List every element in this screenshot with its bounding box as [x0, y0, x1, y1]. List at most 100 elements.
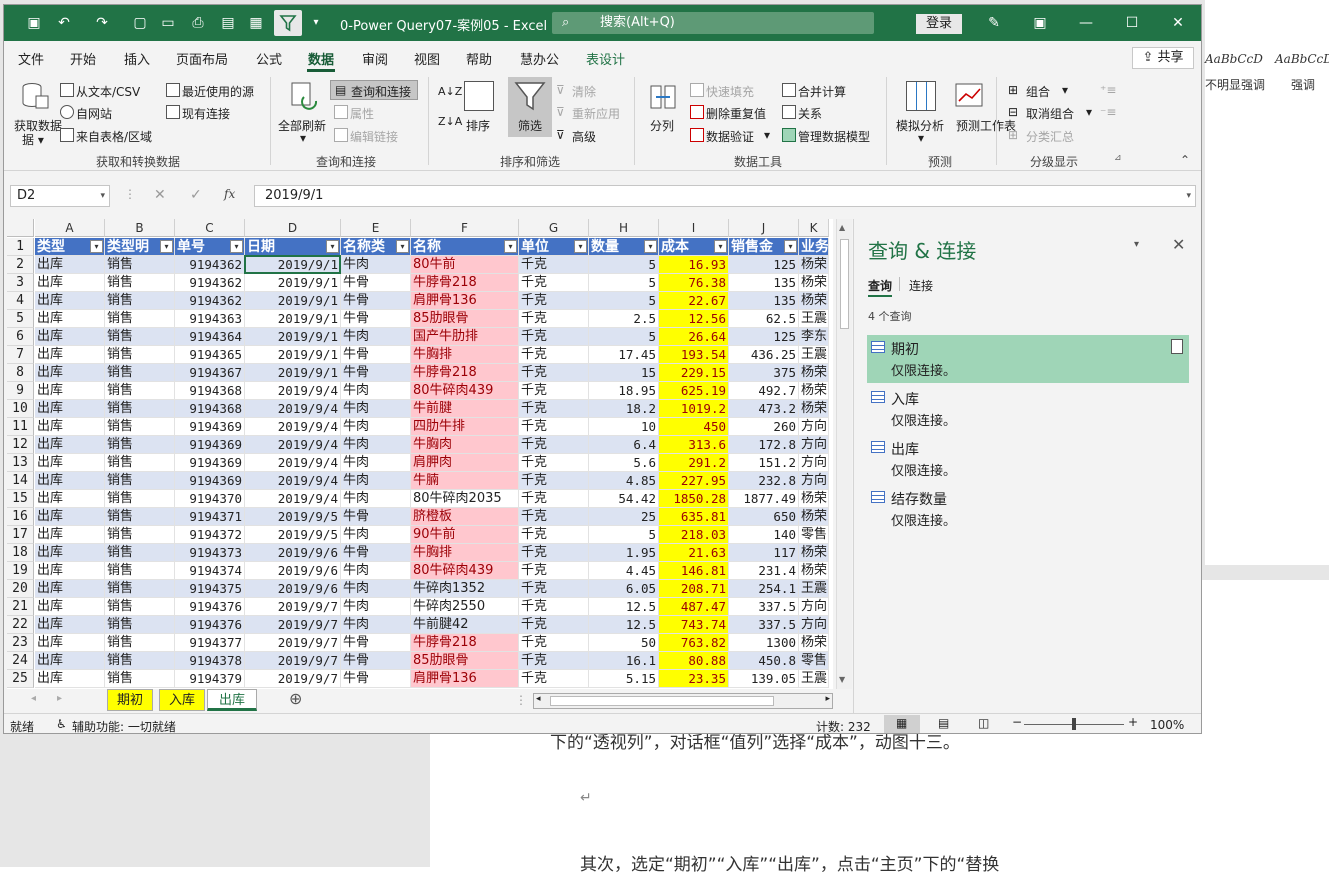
share-button[interactable]: ⇪ 共享 — [1132, 47, 1194, 69]
table-cell[interactable]: 2019/9/7 — [245, 652, 341, 670]
table-cell[interactable]: 18.2 — [589, 400, 659, 418]
redo-icon[interactable]: ↷ — [92, 13, 112, 33]
table-cell[interactable]: 出库 — [35, 310, 105, 328]
filter-dropdown-icon[interactable]: ▾ — [714, 240, 727, 253]
table-cell[interactable]: 牛前腱 — [411, 400, 519, 418]
table-cell[interactable]: 2019/9/1 — [245, 346, 341, 364]
row-header[interactable]: 12 — [7, 436, 34, 454]
split-button[interactable]: 分列 — [650, 117, 674, 134]
sort-az-icon[interactable]: A↓Z — [438, 85, 462, 98]
table-cell[interactable]: 牛碎肉1352 — [411, 580, 519, 598]
table-cell[interactable]: 80牛碎肉439 — [411, 382, 519, 400]
table-cell[interactable]: 出库 — [35, 454, 105, 472]
next-sheet-icon[interactable]: ▸ — [57, 693, 62, 704]
filter-button[interactable]: 筛选 — [508, 77, 552, 137]
table-cell[interactable]: 9194368 — [175, 382, 245, 400]
sheet-tab-qichu[interactable]: 期初 — [107, 689, 153, 711]
table-cell[interactable]: 9194369 — [175, 436, 245, 454]
table-cell[interactable]: 牛骨 — [341, 508, 411, 526]
table-cell[interactable]: 2019/9/1 — [245, 310, 341, 328]
page-break-view-icon[interactable]: ◫ — [978, 716, 989, 730]
cancel-icon[interactable]: ✕ — [154, 187, 166, 203]
row-header[interactable]: 7 — [7, 346, 34, 364]
data-validation-button[interactable]: 数据验证 — [706, 128, 754, 145]
tab-review[interactable]: 审阅 — [362, 49, 388, 68]
row-header[interactable]: 4 — [7, 292, 34, 310]
table-cell[interactable]: 80牛碎肉2035 — [411, 490, 519, 508]
enter-icon[interactable]: ✓ — [190, 187, 202, 203]
table-cell[interactable]: 牛脖骨218 — [411, 274, 519, 292]
table-cell[interactable]: 9194365 — [175, 346, 245, 364]
table-cell[interactable]: 千克 — [519, 580, 589, 598]
table-cell[interactable]: 千克 — [519, 292, 589, 310]
table-cell[interactable]: 2019/9/1 — [245, 328, 341, 346]
table-cell[interactable]: 85肋眼骨 — [411, 652, 519, 670]
tab-formulas[interactable]: 公式 — [256, 49, 282, 68]
sort-button[interactable]: 排序 — [466, 117, 490, 134]
scroll-left-icon[interactable]: ◂ — [536, 694, 541, 704]
column-header[interactable]: C — [175, 219, 245, 237]
formula-input[interactable]: 2019/9/1 ▾ — [254, 185, 1196, 207]
query-item[interactable]: 出库 仅限连接。 — [867, 435, 1189, 483]
show-detail-icon[interactable]: ⁺≡ — [1100, 83, 1116, 97]
table-cell[interactable]: 销售 — [105, 598, 175, 616]
existing-connections-button[interactable]: 现有连接 — [182, 105, 230, 122]
column-header[interactable]: K — [799, 219, 829, 237]
row-header[interactable]: 15 — [7, 490, 34, 508]
table-cell[interactable]: 117 — [729, 544, 799, 562]
table-cell[interactable]: 2019/9/7 — [245, 616, 341, 634]
table-cell[interactable]: 2019/9/4 — [245, 454, 341, 472]
table-cell[interactable]: 2019/9/4 — [245, 436, 341, 454]
table-header-cell[interactable]: 类型 ▾ — [35, 238, 105, 256]
minimize-icon[interactable]: — — [1076, 13, 1096, 33]
table-cell[interactable]: 473.2 — [729, 400, 799, 418]
group-button[interactable]: 组合 — [1026, 83, 1050, 100]
table-cell[interactable]: 135 — [729, 274, 799, 292]
table-cell[interactable]: 销售 — [105, 454, 175, 472]
vertical-scrollbar[interactable]: ▲ ▼ — [836, 219, 852, 689]
table-cell[interactable]: 2019/9/7 — [245, 670, 341, 688]
sheet-tab-ruku[interactable]: 入库 — [159, 689, 205, 711]
table-cell[interactable]: 出库 — [35, 472, 105, 490]
table-cell[interactable]: 9194367 — [175, 364, 245, 382]
login-button[interactable]: 登录 — [916, 14, 962, 34]
table-cell[interactable]: 9194377 — [175, 634, 245, 652]
table-cell[interactable]: 9194376 — [175, 598, 245, 616]
table-cell[interactable]: 方向 — [799, 472, 829, 490]
table-cell[interactable]: 千克 — [519, 562, 589, 580]
table-cell[interactable]: 80.88 — [659, 652, 729, 670]
table-cell[interactable]: 125 — [729, 328, 799, 346]
table-cell[interactable]: 千克 — [519, 274, 589, 292]
query-item[interactable]: 入库 仅限连接。 — [867, 385, 1189, 433]
zoom-slider-thumb[interactable] — [1072, 718, 1076, 730]
table-cell[interactable]: 牛脖骨218 — [411, 634, 519, 652]
table-cell[interactable]: 出库 — [35, 670, 105, 688]
table-cell[interactable]: 王震 — [799, 310, 829, 328]
table-cell[interactable]: 杨荣 — [799, 382, 829, 400]
manage-data-model-button[interactable]: 管理数据模型 — [798, 128, 870, 145]
table-cell[interactable]: 625.19 — [659, 382, 729, 400]
table-cell[interactable]: 牛胸排 — [411, 346, 519, 364]
table-cell[interactable]: 销售 — [105, 508, 175, 526]
table-cell[interactable]: 5.15 — [589, 670, 659, 688]
open-file-icon[interactable]: ▭ — [158, 13, 178, 33]
table-cell[interactable]: 1300 — [729, 634, 799, 652]
table-cell[interactable]: 2019/9/7 — [245, 634, 341, 652]
accessibility-status[interactable]: 辅助功能: 一切就绪 — [72, 718, 176, 733]
table-cell[interactable]: 李东 — [799, 328, 829, 346]
table-cell[interactable]: 千克 — [519, 328, 589, 346]
table-cell[interactable]: 743.74 — [659, 616, 729, 634]
table-cell[interactable]: 18.95 — [589, 382, 659, 400]
group-dropdown[interactable]: ▾ — [1062, 83, 1068, 97]
table-cell[interactable]: 2019/9/4 — [245, 418, 341, 436]
table-cell[interactable]: 销售 — [105, 652, 175, 670]
table-cell[interactable]: 85肋眼骨 — [411, 310, 519, 328]
table-cell[interactable]: 肩胛骨136 — [411, 292, 519, 310]
table-cell[interactable]: 2019/9/1 — [245, 274, 341, 292]
row-header[interactable]: 8 — [7, 364, 34, 382]
table-cell[interactable]: 脐橙板 — [411, 508, 519, 526]
table-cell[interactable]: 出库 — [35, 652, 105, 670]
table-header-cell[interactable]: 业务 — [799, 238, 829, 256]
table-cell[interactable]: 千克 — [519, 256, 589, 274]
row-header[interactable]: 23 — [7, 634, 34, 652]
